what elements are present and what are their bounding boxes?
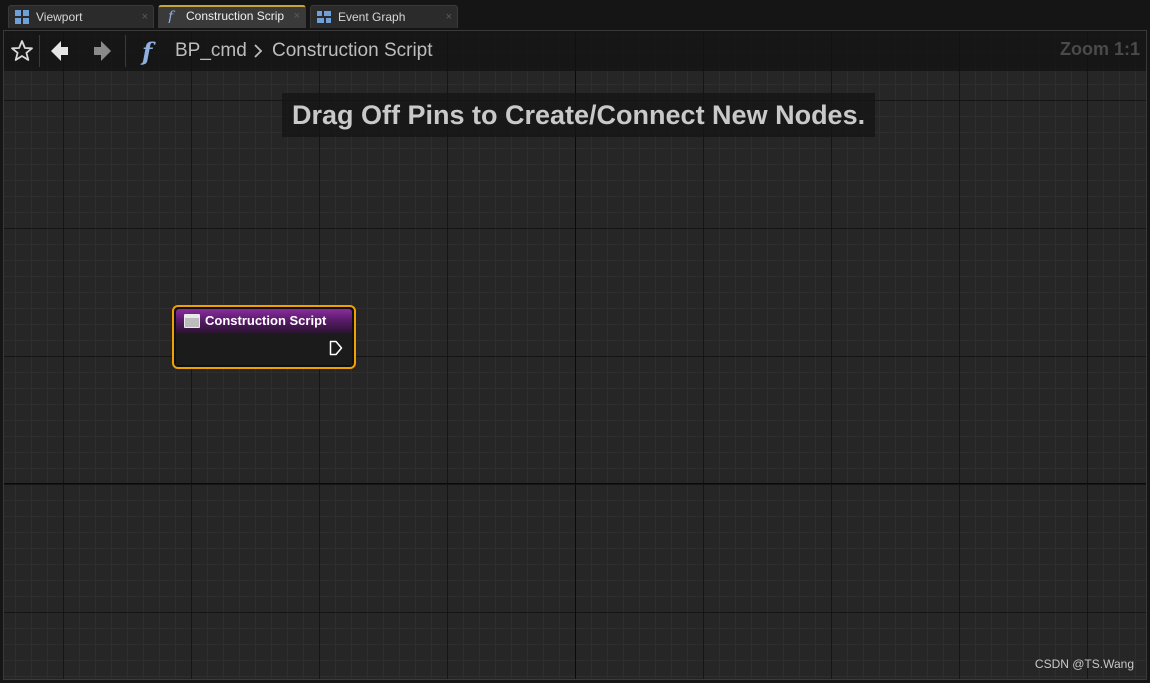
function-entry-icon bbox=[184, 314, 200, 328]
close-icon[interactable]: × bbox=[446, 6, 452, 28]
star-icon[interactable] bbox=[8, 37, 36, 65]
tab-strip: Viewport × f Construction Scrip × Event … bbox=[0, 0, 1150, 30]
blueprint-editor-window: Viewport × f Construction Scrip × Event … bbox=[0, 0, 1150, 683]
tab-label: Event Graph bbox=[338, 10, 406, 24]
arrow-left-icon[interactable] bbox=[46, 37, 74, 65]
node-title: Construction Script bbox=[205, 313, 327, 328]
tab-viewport[interactable]: Viewport × bbox=[8, 5, 154, 28]
breadcrumb-graph: Construction Script bbox=[272, 40, 433, 61]
tab-construction-script[interactable]: f Construction Scrip × bbox=[158, 5, 306, 28]
close-icon[interactable]: × bbox=[142, 6, 148, 28]
toolbar-separator bbox=[125, 35, 126, 67]
graph-icon bbox=[317, 11, 331, 23]
close-icon[interactable]: × bbox=[294, 5, 300, 27]
exec-pin-icon[interactable] bbox=[329, 340, 343, 356]
tab-label: Construction Scrip bbox=[186, 9, 285, 23]
toolbar-separator bbox=[39, 35, 40, 67]
chevron-right-icon bbox=[254, 44, 263, 58]
viewport-icon bbox=[15, 10, 29, 24]
graph-origin-axis-horizontal bbox=[4, 483, 1146, 484]
arrow-right-icon[interactable] bbox=[88, 37, 116, 65]
graph-hint-banner: Drag Off Pins to Create/Connect New Node… bbox=[282, 93, 876, 137]
svg-text:f: f bbox=[167, 9, 176, 23]
watermark: CSDN @TS.Wang bbox=[1034, 657, 1134, 671]
tab-label: Viewport bbox=[36, 10, 83, 24]
zoom-label: Zoom 1:1 bbox=[1059, 39, 1140, 59]
function-icon: f bbox=[167, 9, 176, 23]
breadcrumb-blueprint[interactable]: BP_cmd bbox=[175, 39, 247, 63]
function-icon: f bbox=[140, 37, 156, 65]
tab-event-graph[interactable]: Event Graph × bbox=[310, 5, 458, 28]
node-body bbox=[176, 333, 352, 365]
graph-toolbar: f BP_cmd Construction Script Zoom 1:1 bbox=[4, 31, 1146, 71]
node-header[interactable]: Construction Script bbox=[176, 309, 352, 333]
construction-script-node[interactable]: Construction Script bbox=[172, 305, 356, 369]
svg-text:f: f bbox=[140, 37, 156, 65]
